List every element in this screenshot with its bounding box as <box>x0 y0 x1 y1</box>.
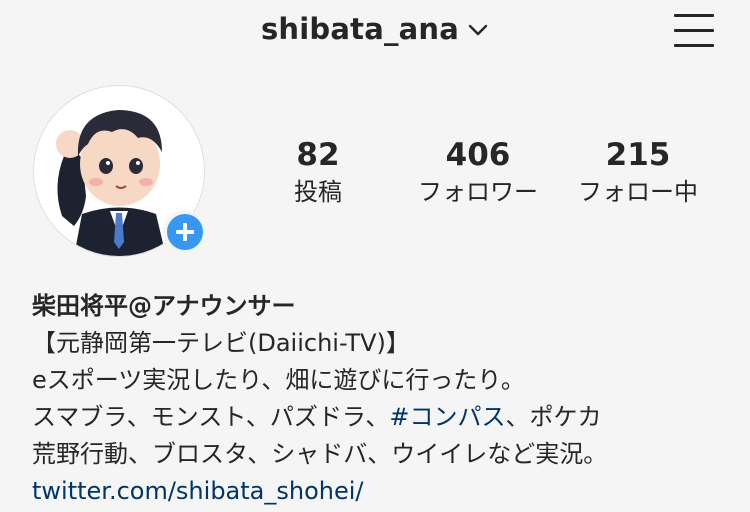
following-count: 215 <box>605 137 671 173</box>
bio-line-3-text: スマブラ、モンスト、パズドラ、 <box>32 403 390 431</box>
chevron-down-icon[interactable] <box>467 19 489 41</box>
profile-bio: 柴田将平@アナウンサー 【元静岡第一テレビ(Daiichi-TV)】 eスポーツ… <box>32 288 732 510</box>
bio-line-2: eスポーツ実況したり、畑に遊びに行ったり。 <box>32 366 525 394</box>
bio-line-3-tail: 、ポケカ <box>505 403 602 431</box>
website-link[interactable]: twitter.com/shibata_shohei/ <box>32 473 732 510</box>
followers-label: フォロワー <box>418 178 538 206</box>
stat-following[interactable]: 215 フォロー中 <box>563 135 713 209</box>
posts-count: 82 <box>296 137 340 173</box>
username-title[interactable]: shibata_ana <box>261 12 459 46</box>
posts-label: 投稿 <box>294 178 342 206</box>
bio-line-4: 荒野行動、ブロスタ、シャドバ、ウイイレなど実況。 <box>32 440 608 468</box>
hamburger-menu-icon[interactable] <box>674 14 714 48</box>
stat-followers[interactable]: 406 フォロワー <box>403 135 553 209</box>
followers-count: 406 <box>445 137 511 173</box>
display-name: 柴田将平@アナウンサー <box>32 292 296 320</box>
following-label: フォロー中 <box>578 178 698 206</box>
hashtag-link[interactable]: #コンパス <box>389 403 505 431</box>
bio-line-1: 【元静岡第一テレビ(Daiichi-TV)】 <box>32 329 410 357</box>
add-story-plus-icon[interactable] <box>163 210 207 254</box>
profile-header: shibata_ana <box>0 0 750 70</box>
account-switcher[interactable]: shibata_ana <box>0 12 750 46</box>
stat-posts[interactable]: 82 投稿 <box>243 135 393 209</box>
bio-line-3: スマブラ、モンスト、パズドラ、#コンパス、ポケカ <box>32 399 732 436</box>
